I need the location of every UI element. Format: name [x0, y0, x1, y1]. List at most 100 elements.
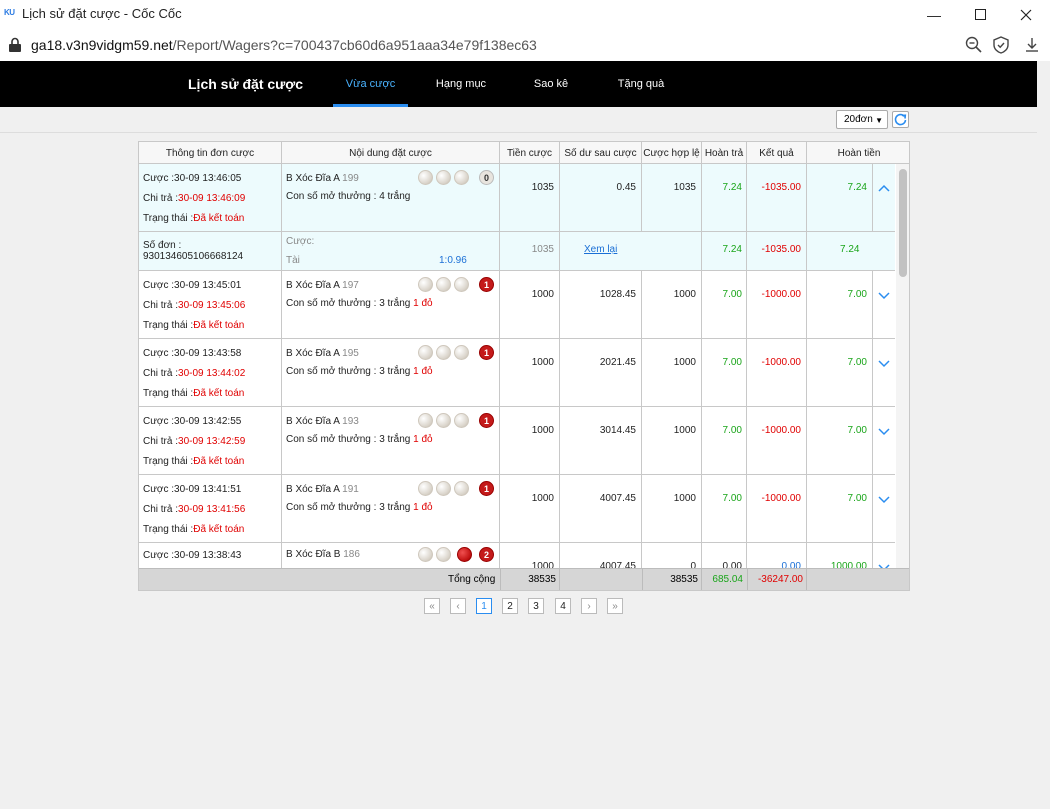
dice-white-icon [418, 277, 433, 292]
valid-bet: 1035 [673, 182, 696, 193]
red-count-badge: 1 [479, 277, 494, 292]
status: Trạng thái :Đã kết toán [143, 388, 245, 399]
lock-icon [9, 37, 21, 52]
page-size-select[interactable]: 20đơn ▼ [836, 110, 888, 129]
game-name: B Xóc Đĩa A 199 [286, 173, 359, 184]
tab-recent-bets[interactable]: Vừa cược [333, 61, 408, 107]
dice-white-icon [454, 413, 469, 428]
col-header-balance: Số dư sau cược [560, 142, 642, 164]
detail-refund: 7.24 [840, 244, 860, 255]
pay-time: Chi trả :30-09 13:41:56 [143, 504, 246, 515]
col-header-refund: Hoàn tiền [837, 147, 881, 159]
open-number: Con số mở thưởng : 3 trắng 1 đỏ [286, 434, 433, 445]
download-icon[interactable] [1022, 35, 1042, 55]
game-name: B Xóc Đĩa A 197 [286, 280, 359, 291]
first-page-button[interactable]: « [424, 598, 440, 614]
expand-chevron-icon[interactable] [877, 290, 891, 300]
col-header-stake: Tiền cược [500, 142, 560, 164]
refresh-icon [894, 113, 907, 126]
balance: 3014.45 [599, 425, 636, 436]
dice-white-icon [454, 277, 469, 292]
next-page-button[interactable]: › [581, 598, 597, 614]
shield-icon[interactable] [991, 35, 1011, 55]
page-2-button[interactable]: 2 [502, 598, 518, 614]
detail-result: -1035.00 [761, 244, 801, 255]
top-nav: Lịch sử đặt cược Vừa cược Hạng mục Sao k… [0, 61, 1050, 107]
address-bar[interactable]: ga18.v3n9vidgm59.net/Report/Wagers?c=700… [0, 29, 1050, 61]
odds: 1:0.96 [439, 255, 467, 266]
page-3-button[interactable]: 3 [528, 598, 544, 614]
maximize-button[interactable] [957, 0, 1003, 29]
expand-chevron-icon[interactable] [877, 358, 891, 368]
table-row[interactable]: Cược :30-09 13:43:58 Chi trả :30-09 13:4… [139, 339, 895, 407]
tab-gifts[interactable]: Tặng quà [602, 61, 680, 107]
order-number: 930134605106668124 [143, 251, 244, 262]
stake: 1000 [531, 289, 554, 300]
totals-rebate: 685.04 [712, 574, 743, 585]
tab-statement[interactable]: Sao kê [512, 61, 590, 107]
bet-time: Cược :30-09 13:46:05 [143, 173, 242, 184]
col-header-info: Thông tin đơn cược [139, 142, 282, 164]
status: Trạng thái :Đã kết toán [143, 524, 245, 535]
dice-white-icon [418, 413, 433, 428]
replay-link[interactable]: Xem lại [584, 244, 617, 255]
page-1-button[interactable]: 1 [476, 598, 492, 614]
balance: 2021.45 [599, 357, 636, 368]
rebate: 7.00 [722, 357, 742, 368]
bet-time: Cược :30-09 13:38:43 [143, 550, 242, 561]
expand-chevron-icon[interactable] [877, 494, 891, 504]
expand-chevron-icon[interactable] [877, 426, 891, 436]
order-label: Số đơn : [143, 240, 182, 251]
open-number: Con số mở thưởng : 3 trắng 1 đỏ [286, 298, 433, 309]
status: Trạng thái :Đã kết toán [143, 456, 245, 467]
open-number: Con số mở thưởng : 3 trắng 1 đỏ [286, 502, 433, 513]
table-row[interactable]: Cược :30-09 13:41:51 Chi trả :30-09 13:4… [139, 475, 895, 543]
close-button[interactable] [1003, 0, 1049, 29]
prev-page-button[interactable]: ‹ [450, 598, 466, 614]
refresh-button[interactable] [892, 111, 909, 128]
pay-time: Chi trả :30-09 13:46:09 [143, 193, 246, 204]
table-row[interactable]: Cược :30-09 13:42:55 Chi trả :30-09 13:4… [139, 407, 895, 475]
tab-category[interactable]: Hạng mục [422, 61, 500, 107]
result: -1000.00 [761, 493, 801, 504]
table-scrollbar[interactable] [896, 164, 909, 568]
double-chevron-right-icon: » [612, 600, 618, 612]
pay-time: Chi trả :30-09 13:42:59 [143, 436, 246, 447]
game-name: B Xóc Đĩa A 193 [286, 416, 359, 427]
status: Trạng thái :Đã kết toán [143, 320, 245, 331]
red-count-badge: 2 [479, 547, 494, 562]
red-count-badge: 1 [479, 345, 494, 360]
dropdown-arrow-icon: ▼ [875, 116, 883, 125]
page-size-value: 20đơn [844, 114, 873, 125]
bet-time: Cược :30-09 13:43:58 [143, 348, 242, 359]
dice-white-icon [436, 547, 451, 562]
dice-white-icon [436, 345, 451, 360]
bet-time: Cược :30-09 13:45:01 [143, 280, 242, 291]
balance: 1028.45 [599, 289, 636, 300]
window-titlebar: KU Lịch sử đặt cược - Cốc Cốc — [0, 0, 1050, 29]
balance: 0.45 [616, 182, 636, 193]
browser-logo: KU [4, 8, 15, 17]
bet-time: Cược :30-09 13:42:55 [143, 416, 242, 427]
table-scrollbar-thumb[interactable] [899, 169, 907, 277]
rebate: 7.24 [722, 182, 742, 193]
valid-bet: 1000 [673, 357, 696, 368]
minimize-button[interactable]: — [911, 0, 957, 29]
rebate: 7.00 [722, 425, 742, 436]
dice-white-icon [418, 547, 433, 562]
zoom-icon[interactable] [964, 35, 984, 55]
last-page-button[interactable]: » [607, 598, 623, 614]
double-chevron-left-icon: « [429, 600, 435, 612]
bet-label: Cược: [286, 236, 315, 247]
dice-white-icon [436, 170, 451, 185]
collapse-chevron-icon[interactable] [877, 183, 891, 193]
result: -1000.00 [761, 425, 801, 436]
table-row[interactable]: Cược :30-09 13:45:01 Chi trả :30-09 13:4… [139, 271, 895, 339]
table-row[interactable]: Cược :30-09 13:46:05 Chi trả :30-09 13:4… [139, 164, 895, 232]
page-scrollbar[interactable] [1037, 61, 1050, 809]
page-4-button[interactable]: 4 [555, 598, 571, 614]
url-text[interactable]: ga18.v3n9vidgm59.net/Report/Wagers?c=700… [31, 37, 537, 53]
refund: 7.00 [847, 289, 867, 300]
maximize-icon [974, 9, 986, 20]
game-name: B Xóc Đĩa A 191 [286, 484, 359, 495]
